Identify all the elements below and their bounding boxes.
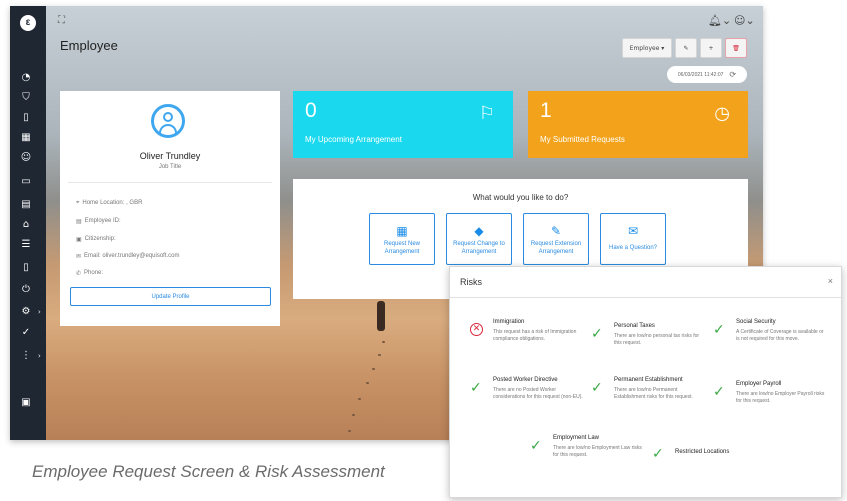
check-icon: ✓ <box>713 322 725 338</box>
divider <box>68 182 272 183</box>
edit-icon: ✎ <box>550 224 562 238</box>
tree-icon[interactable]: ⋮ <box>18 350 34 362</box>
chevron-right-icon[interactable]: › <box>38 308 41 316</box>
check-icon[interactable]: ✓ <box>18 327 34 339</box>
report-icon[interactable]: ▤ <box>18 199 34 211</box>
page-title: Employee <box>60 38 118 53</box>
top-bar: ⛶ 🔔︎⌄ ☺⌄ <box>46 6 763 38</box>
people-icon[interactable]: ☺ <box>18 152 34 164</box>
divider <box>450 297 841 298</box>
submitted-count: 1 <box>540 99 552 122</box>
fullscreen-icon[interactable]: ⛶ <box>58 15 65 26</box>
user-menu-icon[interactable]: ☺⌄ <box>734 14 755 27</box>
bank-icon[interactable]: ⌂ <box>18 219 34 231</box>
list-icon[interactable]: ☰ <box>18 239 34 251</box>
sidebar: ε ◔ ⛉ ▯ ▦ ☺ ▭ ▤ ⌂ ☰ ▯ ⏻ ⚙ › ✓ ⋮ › ▣ <box>10 6 46 440</box>
trash-icon[interactable]: 🗑︎ <box>725 38 747 58</box>
upcoming-label: My Upcoming Arrangement <box>305 135 402 144</box>
timestamp-text: 06/03/2021 11:42:07 <box>677 71 724 78</box>
update-profile-button[interactable]: Update Profile <box>70 287 271 306</box>
id-card-icon: ▤ <box>76 219 82 225</box>
background-person <box>377 301 385 331</box>
have-a-question-button[interactable]: ✉ Have a Question? <box>600 213 666 265</box>
map-pin-icon: ⌖ <box>76 200 80 206</box>
envelope-icon: ✉ <box>627 224 639 238</box>
actions-title: What would you like to do? <box>472 193 569 202</box>
info-citizenship: ▣ Citizenship: <box>76 236 116 243</box>
employee-dropdown[interactable]: Employee ▾ <box>622 38 672 58</box>
user-name: Oliver Trundley <box>139 151 201 161</box>
bell-icon[interactable]: 🔔︎⌄ <box>708 14 731 27</box>
passport-icon: ▣ <box>76 237 82 243</box>
info-home-location: ⌖ Home Location: , GBR <box>76 200 143 206</box>
modal-title: Risks <box>460 277 482 287</box>
calendar-icon: ▦ <box>396 224 408 238</box>
info-email: ✉ Email: oliver.trundley@equisoft.com <box>76 253 180 260</box>
phone-icon: ✆ <box>76 271 82 277</box>
calendar-icon[interactable]: ▭ <box>18 176 34 188</box>
info-employee-id: ▤ Employee ID: <box>76 218 121 225</box>
app-logo-icon[interactable]: ε <box>20 15 36 31</box>
power-icon[interactable]: ⏻ <box>18 284 34 296</box>
timestamp-badge: 06/03/2021 11:42:07 ⟳ <box>667 66 747 83</box>
avatar <box>151 104 185 138</box>
plus-icon[interactable]: + <box>700 38 722 58</box>
check-icon: ✓ <box>530 438 542 454</box>
request-new-arrangement-button[interactable]: ▦ Request New Arrangement <box>369 213 435 265</box>
file-icon[interactable]: ▯ <box>18 262 34 274</box>
pencil-icon[interactable]: ✎ <box>675 38 697 58</box>
job-title: Job Title <box>158 164 182 170</box>
eraser-icon: ◆ <box>474 224 484 238</box>
profile-card: Oliver Trundley Job Title ⌖ Home Location… <box>60 91 280 326</box>
envelope-icon: ✉ <box>76 254 82 260</box>
check-icon: ✓ <box>591 380 603 396</box>
check-icon: ✓ <box>591 326 603 342</box>
risk-x-icon: ✕ <box>470 323 483 336</box>
request-change-button[interactable]: ◆ Request Change to Arrangement <box>446 213 512 265</box>
flag-icon: ⚐ <box>478 103 495 124</box>
toolbar: Employee ▾ ✎ + 🗑︎ <box>622 38 747 58</box>
check-icon: ✓ <box>652 446 664 462</box>
submitted-label: My Submitted Requests <box>540 135 625 144</box>
refresh-icon[interactable]: ⟳ <box>729 70 736 79</box>
info-phone: ✆ Phone: <box>76 270 104 277</box>
request-extension-button[interactable]: ✎ Request Extension Arrangement <box>523 213 589 265</box>
check-icon: ✓ <box>713 384 725 400</box>
upcoming-count: 0 <box>305 99 317 122</box>
collapse-panel-icon[interactable]: ▣ <box>18 397 34 409</box>
tile-submitted-requests[interactable]: 1 My Submitted Requests ◷ <box>528 91 748 158</box>
clock-icon: ◷ <box>714 103 730 124</box>
chevron-right-icon[interactable]: › <box>38 352 41 360</box>
check-icon: ✓ <box>470 380 482 396</box>
calculator-icon[interactable]: ▦ <box>18 132 34 144</box>
settings-icon[interactable]: ⚙ <box>18 306 34 318</box>
tile-upcoming-arrangement[interactable]: 0 My Upcoming Arrangement ⚐ <box>293 91 513 158</box>
shield-icon[interactable]: ⛉ <box>18 92 34 104</box>
risks-modal: Risks × ✕ Immigration This request has a… <box>449 266 842 498</box>
close-icon[interactable]: × <box>828 276 833 286</box>
document-icon[interactable]: ▯ <box>18 112 34 124</box>
dashboard-icon[interactable]: ◔ <box>18 72 34 84</box>
caption: Employee Request Screen & Risk Assessmen… <box>32 462 385 481</box>
